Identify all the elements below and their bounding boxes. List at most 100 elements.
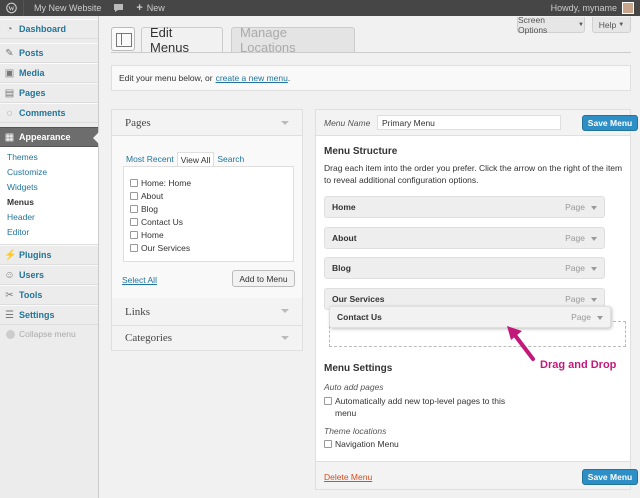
sidebar-item-pages[interactable]: ▤ Pages xyxy=(0,83,98,103)
tab-edit-menus[interactable]: Edit Menus xyxy=(141,25,223,55)
new-content-button[interactable]: + New xyxy=(130,0,170,16)
list-item[interactable]: Contact Us xyxy=(130,215,287,228)
list-item[interactable]: Blog xyxy=(130,202,287,215)
sidebar-item-label: Dashboard xyxy=(19,24,67,34)
collapse-menu-button[interactable]: Collapse menu xyxy=(0,325,98,343)
menu-item-type: Page xyxy=(565,202,585,212)
pages-tabs: Most Recent View All Search xyxy=(123,151,247,167)
save-menu-button[interactable]: Save Menu xyxy=(582,115,638,131)
sidebar-item-appearance[interactable]: ▦ Appearance xyxy=(0,127,99,147)
admin-sidebar: ◔ Dashboard ✎ Posts ▣ Media ▤ Pages ◌ Co… xyxy=(0,16,99,498)
links-metabox-header[interactable]: Links xyxy=(112,298,302,325)
tab-view-all[interactable]: View All xyxy=(176,152,215,167)
checkbox[interactable] xyxy=(130,230,138,239)
checkbox[interactable] xyxy=(130,191,138,200)
checkbox[interactable] xyxy=(130,178,138,187)
categories-metabox: Categories xyxy=(111,326,303,351)
navigation-menu-option[interactable]: Navigation Menu xyxy=(324,438,524,450)
appearance-submenu: Themes Customize Widgets Menus Header Ed… xyxy=(0,147,98,245)
menu-intro-box: Edit your menu below, or create a new me… xyxy=(111,65,631,91)
menu-item-title: Home xyxy=(332,202,356,212)
expand-arrow-icon[interactable] xyxy=(597,316,603,320)
expand-arrow-icon[interactable] xyxy=(591,237,597,241)
list-item[interactable]: Our Services xyxy=(130,241,287,254)
menu-item-title: About xyxy=(332,233,357,243)
pages-checklist: Home: Home About Blog Contact Us Home Ou… xyxy=(123,166,294,262)
add-to-menu-button[interactable]: Add to Menu xyxy=(232,270,295,287)
screen-options-button[interactable]: Screen Options ▼ xyxy=(517,15,585,35)
delete-menu-link[interactable]: Delete Menu xyxy=(324,472,372,482)
list-item[interactable]: Home xyxy=(130,228,287,241)
page-icon: ▤ xyxy=(4,87,15,99)
submenu-item-themes[interactable]: Themes xyxy=(0,150,98,165)
create-new-menu-link[interactable]: create a new menu xyxy=(216,73,288,83)
list-item-label: About xyxy=(141,190,164,201)
menu-item-about[interactable]: About Page xyxy=(324,227,605,249)
tab-manage-locations[interactable]: Manage Locations xyxy=(231,25,355,55)
expand-arrow-icon[interactable] xyxy=(591,206,597,210)
menus-page-icon xyxy=(111,27,135,51)
sidebar-item-plugins[interactable]: ⚡ Plugins xyxy=(0,245,98,265)
expand-arrow-icon[interactable] xyxy=(591,267,597,271)
site-name-link[interactable]: My New Website xyxy=(24,0,107,16)
auto-add-label: Auto add pages xyxy=(324,382,384,392)
list-item-label: Contact Us xyxy=(141,216,184,227)
toggle-arrow-icon[interactable] xyxy=(281,121,289,125)
submenu-item-menus[interactable]: Menus xyxy=(0,195,98,210)
help-button[interactable]: Help ▼ xyxy=(592,17,631,33)
help-label: Help xyxy=(598,19,617,30)
comments-icon[interactable] xyxy=(107,0,130,16)
menu-item-type: Page xyxy=(565,263,585,273)
checkbox[interactable] xyxy=(130,204,138,213)
submenu-item-customize[interactable]: Customize xyxy=(0,165,98,180)
sidebar-item-label: Pages xyxy=(19,88,46,98)
checkbox[interactable] xyxy=(130,217,138,226)
chevron-down-icon: ▼ xyxy=(618,21,625,28)
collapse-label: Collapse menu xyxy=(19,329,76,339)
categories-metabox-header[interactable]: Categories xyxy=(112,326,302,350)
settings-icon: ☰ xyxy=(5,309,14,321)
dashboard-icon: ◔ xyxy=(6,23,13,35)
submenu-item-editor[interactable]: Editor xyxy=(0,225,98,240)
list-item-label: Home xyxy=(141,229,164,240)
chevron-down-icon: ▼ xyxy=(578,21,584,28)
drag-and-drop-annotation: Drag and Drop xyxy=(540,359,617,371)
sidebar-item-comments[interactable]: ◌ Comments xyxy=(0,103,98,123)
list-item[interactable]: About xyxy=(130,189,287,202)
sidebar-item-settings[interactable]: ☰ Settings xyxy=(0,305,98,325)
auto-add-checkbox[interactable] xyxy=(324,397,332,405)
list-item[interactable]: Home: Home xyxy=(130,176,287,189)
sidebar-item-tools[interactable]: ✂ Tools xyxy=(0,285,98,305)
toggle-arrow-icon[interactable] xyxy=(281,336,289,340)
sidebar-item-dashboard[interactable]: ◔ Dashboard xyxy=(0,19,98,39)
submenu-item-header[interactable]: Header xyxy=(0,210,98,225)
menu-name-input[interactable] xyxy=(377,115,561,130)
auto-add-option[interactable]: Automatically add new top-level pages to… xyxy=(324,395,524,419)
wordpress-logo-icon[interactable]: W xyxy=(0,0,24,16)
checkbox[interactable] xyxy=(130,243,138,252)
sidebar-item-label: Appearance xyxy=(19,132,71,142)
save-menu-button-bottom[interactable]: Save Menu xyxy=(582,469,638,485)
appearance-icon: ▦ xyxy=(4,131,15,143)
sidebar-item-posts[interactable]: ✎ Posts xyxy=(0,43,98,63)
list-item-label: Blog xyxy=(141,203,159,214)
tab-most-recent[interactable]: Most Recent xyxy=(123,152,177,167)
menu-item-home[interactable]: Home Page xyxy=(324,196,605,218)
toggle-arrow-icon[interactable] xyxy=(281,309,289,313)
users-icon: ☺ xyxy=(4,269,15,281)
submenu-item-widgets[interactable]: Widgets xyxy=(0,180,98,195)
pages-metabox-header[interactable]: Pages xyxy=(112,110,302,136)
select-all-link[interactable]: Select All xyxy=(122,275,157,285)
drag-arrow-annotation xyxy=(507,326,535,361)
tab-search[interactable]: Search xyxy=(214,152,247,167)
menu-item-blog[interactable]: Blog Page xyxy=(324,257,605,279)
expand-arrow-icon[interactable] xyxy=(591,298,597,302)
navigation-menu-checkbox[interactable] xyxy=(324,440,332,448)
categories-metabox-title: Categories xyxy=(125,332,173,344)
howdy-text: Howdy, myname xyxy=(550,3,617,13)
sidebar-item-users[interactable]: ☺ Users xyxy=(0,265,98,285)
plugin-icon: ⚡ xyxy=(4,249,17,261)
sidebar-item-label: Posts xyxy=(19,48,44,58)
sidebar-item-media[interactable]: ▣ Media xyxy=(0,63,98,83)
menu-item-contact-us-dragging[interactable]: Contact Us Page xyxy=(329,306,611,328)
